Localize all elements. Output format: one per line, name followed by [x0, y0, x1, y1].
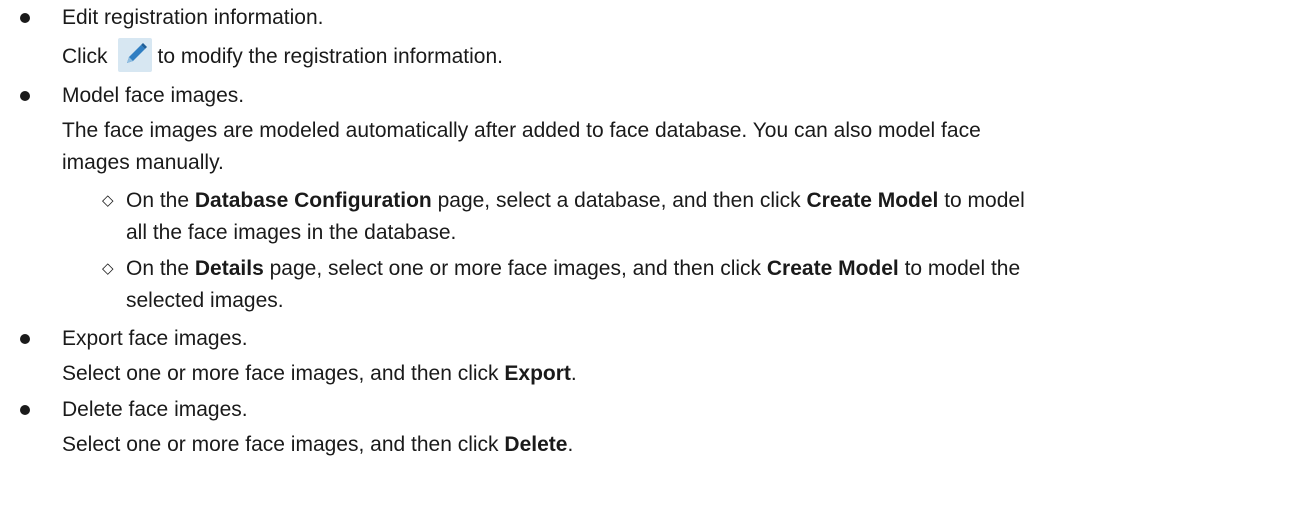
click-word: Click: [62, 45, 108, 68]
bullet-dot: [20, 13, 30, 23]
ui-term: Create Model: [806, 189, 939, 212]
ui-term: Create Model: [766, 257, 899, 280]
bullet-dot: [20, 91, 30, 101]
document-body: Edit registration information. Click to …: [0, 0, 1303, 526]
item-title: Edit registration information.: [62, 6, 324, 29]
body-line-1: The face images are modeled automaticall…: [62, 119, 981, 142]
after-icon-text: to modify the registration information.: [157, 45, 504, 68]
sub-bullet-diamond: ◇: [102, 260, 114, 277]
ui-term: Details: [194, 257, 264, 280]
ui-term: Database Configuration: [194, 189, 432, 212]
bullet-dot: [20, 405, 30, 415]
ui-term: Delete: [504, 433, 568, 456]
item-title: Export face images.: [62, 327, 248, 350]
ui-term: Export: [504, 362, 571, 385]
edit-pencil-icon: [117, 38, 152, 73]
item-body-text: Click to modify the registration informa…: [62, 38, 504, 74]
bullet-dot: [20, 334, 30, 344]
sub-bullet-diamond: ◇: [102, 192, 114, 209]
item-title: Delete face images.: [62, 398, 248, 421]
body-line-2: images manually.: [62, 151, 224, 174]
item-title: Model face images.: [62, 84, 245, 107]
